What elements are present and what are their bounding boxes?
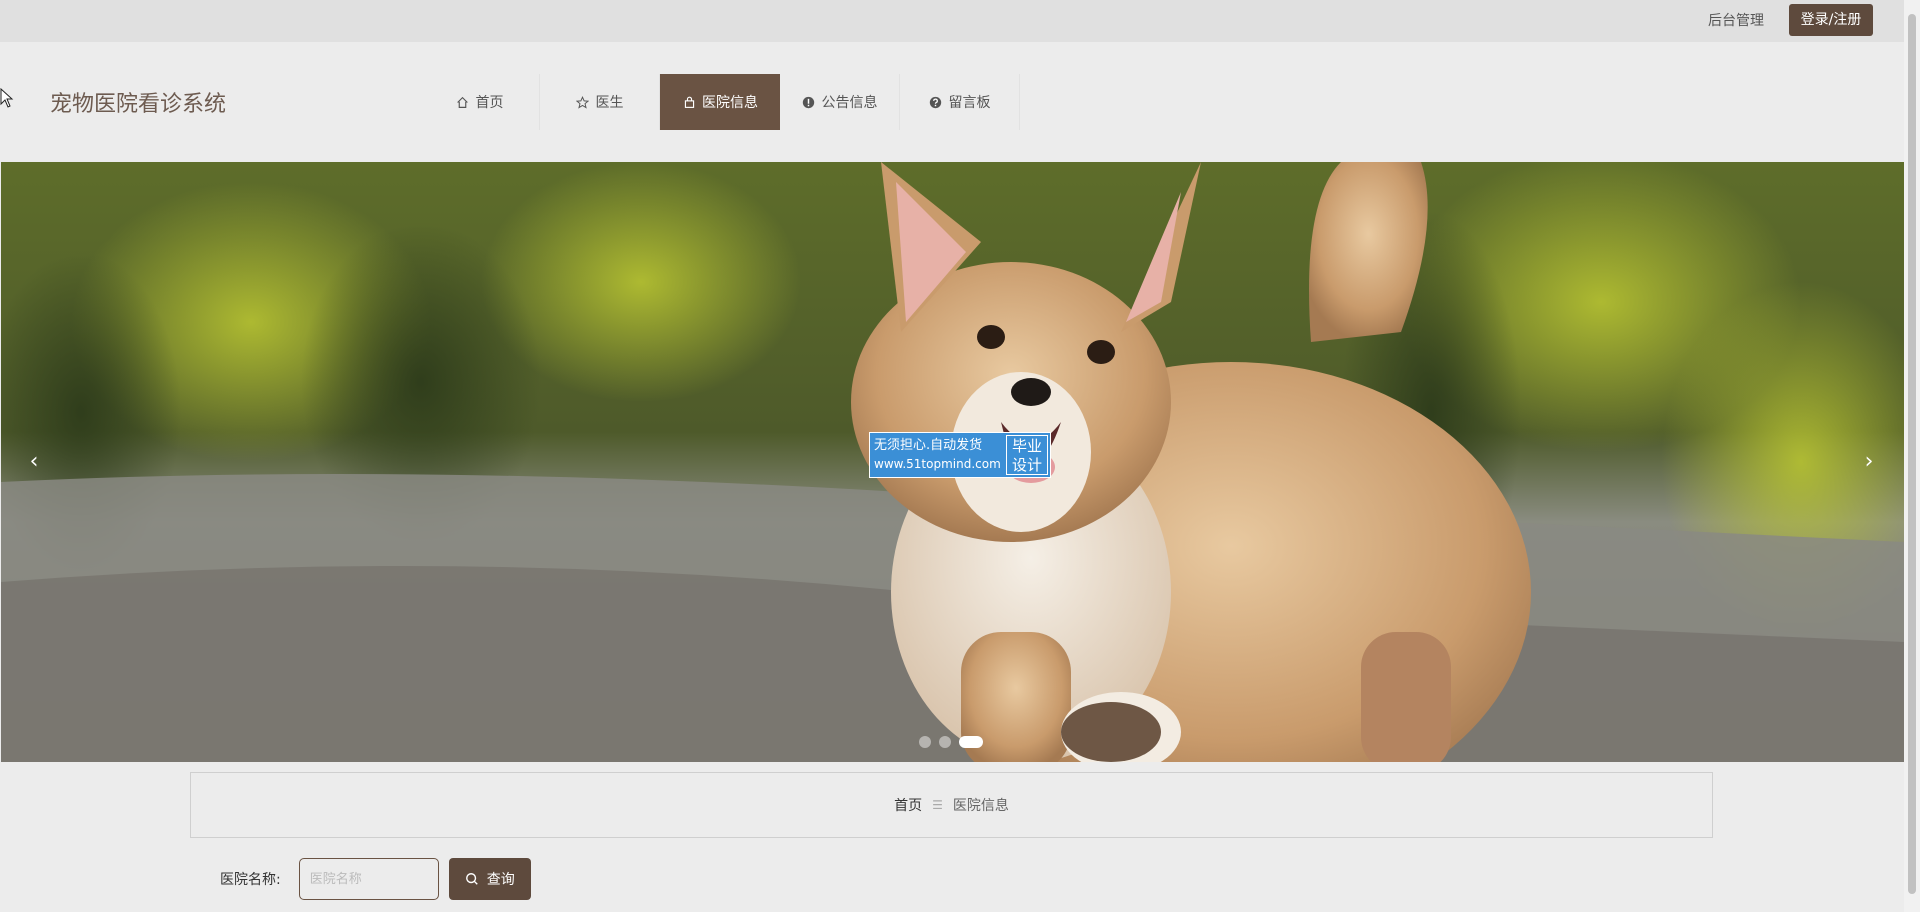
hospital-name-input[interactable] [298,858,439,900]
watermark-side: 毕业设计 [1006,435,1048,475]
search-button-label: 查询 [486,872,515,888]
search-icon [465,873,478,885]
login-register-button[interactable]: 登录/注册 [1789,4,1873,36]
breadcrumb-home[interactable]: 首页 [894,795,922,815]
nav-item-label: 公告信息 [821,95,878,111]
search-bar: 医院名称: 查询 [220,858,531,900]
watermark-url: www.51topmind.com [874,457,1001,471]
question-icon [929,95,943,109]
main-nav: 首页 医生 医院信息 公告信息 留言板 [420,74,1020,130]
bag-icon [682,95,696,109]
search-button[interactable]: 查询 [448,858,531,900]
nav-item-label: 医生 [595,95,624,111]
breadcrumb: 首页 ☰ 医院信息 [190,772,1713,838]
nav-item-label: 首页 [475,95,504,111]
home-icon [456,95,470,109]
breadcrumb-separator-icon: ☰ [932,798,943,812]
star-icon [576,95,590,109]
nav-item-home[interactable]: 首页 [420,74,540,130]
nav-item-notice[interactable]: 公告信息 [780,74,900,130]
exclamation-icon [802,95,816,109]
banner-carousel[interactable]: 无须担心.自动发货 www.51topmind.com 毕业设计 ‹ › [1,162,1904,762]
carousel-prev-arrow[interactable]: ‹ [19,442,49,482]
scrollbar-thumb[interactable] [1908,14,1916,894]
watermark-badge: 无须担心.自动发货 www.51topmind.com 毕业设计 [869,432,1051,478]
nav-item-doctor[interactable]: 医生 [540,74,660,130]
watermark-line1: 无须担心.自动发货 [874,438,983,453]
top-bar: 后台管理 登录/注册 [0,0,1904,42]
hospital-name-label: 医院名称: [220,872,281,888]
site-header: 宠物医院看诊系统 首页 医生 医院信息 公告信息 留言板 [0,42,1904,162]
carousel-dot-2[interactable] [939,736,951,748]
carousel-next-arrow[interactable]: › [1854,442,1884,482]
carousel-dot-1[interactable] [919,736,931,748]
nav-item-label: 医院信息 [702,95,758,111]
admin-link[interactable]: 后台管理 [1700,0,1772,42]
mouse-pointer-icon [0,88,14,108]
carousel-dots [919,736,991,748]
breadcrumb-current: 医院信息 [952,798,1009,814]
nav-item-label: 留言板 [948,95,991,111]
nav-item-message-board[interactable]: 留言板 [900,74,1020,130]
carousel-dot-3[interactable] [959,736,983,748]
site-title: 宠物医院看诊系统 [50,92,227,117]
page-scrollbar[interactable] [1904,0,1920,912]
nav-item-hospital-info[interactable]: 医院信息 [660,74,780,130]
